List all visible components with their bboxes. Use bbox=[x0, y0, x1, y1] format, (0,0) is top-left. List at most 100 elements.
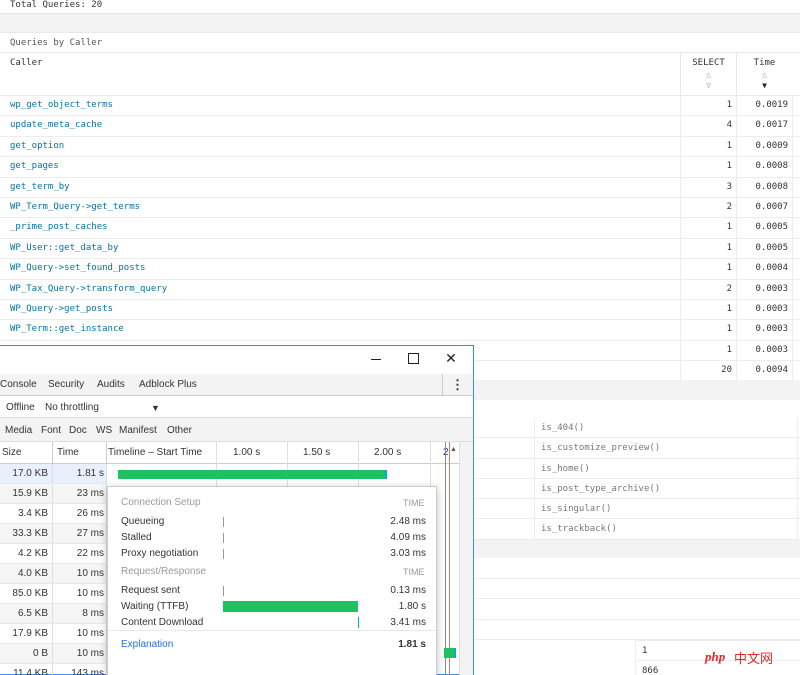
table-row: WP_Query->set_found_posts 1 0.0004 bbox=[0, 259, 800, 280]
sort-up-icon[interactable]: △ bbox=[737, 71, 792, 79]
network-request-row[interactable]: 0 B 10 ms bbox=[0, 644, 107, 664]
resource-filter-bar: Media Font Doc WS Manifest Other bbox=[0, 418, 473, 442]
conditional-row: is_404() bbox=[472, 418, 800, 439]
filter-manifest[interactable]: Manifest bbox=[119, 425, 157, 436]
caller-link[interactable]: WP_Tax_Query->transform_query bbox=[10, 284, 167, 294]
filter-media[interactable]: Media bbox=[5, 425, 32, 436]
minimize-icon[interactable] bbox=[369, 351, 383, 365]
filter-other[interactable]: Other bbox=[167, 425, 192, 436]
request-size: 6.5 KB bbox=[17, 608, 48, 619]
request-time: 22 ms bbox=[76, 548, 104, 559]
caller-link[interactable]: WP_Query->set_found_posts bbox=[10, 263, 145, 273]
column-header-select[interactable]: SELECT △ ▽ bbox=[680, 53, 736, 97]
network-request-row[interactable]: 17.9 KB 10 ms bbox=[0, 624, 107, 644]
select-count: 2 bbox=[726, 201, 732, 212]
column-divider bbox=[792, 136, 793, 157]
column-header-size[interactable]: Size bbox=[2, 447, 21, 458]
network-grid-header: Size Time Timeline – Start Time 1.00 s 1… bbox=[0, 442, 473, 464]
sort-down-icon[interactable]: ▽ bbox=[681, 82, 736, 90]
time-column-label: TIME bbox=[403, 567, 425, 577]
caller-link[interactable]: get_term_by bbox=[10, 182, 70, 192]
column-header-time[interactable]: Time △ ▼ bbox=[736, 53, 792, 97]
filter-ws[interactable]: WS bbox=[96, 425, 112, 436]
chevron-down-icon[interactable]: ▼ bbox=[151, 403, 160, 413]
column-divider bbox=[797, 438, 798, 458]
watermark-cn-text: 中文网 bbox=[734, 652, 774, 667]
window-titlebar[interactable]: ✕ bbox=[0, 346, 473, 374]
caller-link[interactable]: WP_User::get_data_by bbox=[10, 243, 118, 253]
request-timing-bar[interactable] bbox=[118, 470, 385, 479]
conditional-row: is_trackback() bbox=[472, 519, 800, 540]
throttling-select[interactable]: No throttling bbox=[45, 402, 99, 413]
column-divider bbox=[797, 499, 798, 519]
explanation-link[interactable]: Explanation bbox=[121, 639, 173, 650]
request-time: 23 ms bbox=[76, 488, 104, 499]
timeline-tick: 1.00 s bbox=[233, 447, 261, 458]
sort-up-icon[interactable]: △ bbox=[681, 71, 736, 79]
network-request-row[interactable]: 85.0 KB 10 ms bbox=[0, 584, 107, 604]
network-request-row[interactable]: 3.4 KB 26 ms bbox=[0, 504, 107, 524]
select-count: 1 bbox=[726, 303, 732, 314]
caller-link[interactable]: update_meta_cache bbox=[10, 120, 102, 130]
table-row bbox=[472, 558, 800, 579]
tab-adblock-plus[interactable]: Adblock Plus bbox=[139, 379, 197, 390]
stalled-value: 4.09 ms bbox=[390, 532, 426, 543]
conditional-name: is_trackback() bbox=[541, 524, 617, 535]
tab-audits[interactable]: Audits bbox=[97, 379, 125, 390]
lower-table bbox=[472, 558, 800, 640]
network-request-row[interactable]: 15.9 KB 23 ms bbox=[0, 484, 107, 504]
more-options-icon[interactable]: ⋮ bbox=[442, 374, 472, 396]
request-size: 15.9 KB bbox=[12, 488, 48, 499]
table-row: WP_User::get_data_by 1 0.0005 bbox=[0, 238, 800, 260]
proxy-bar bbox=[223, 549, 224, 559]
network-request-row[interactable]: 17.0 KB 1.81 s bbox=[0, 464, 107, 484]
value-cell: 1 bbox=[642, 646, 648, 656]
timing-popup: Connection Setup TIME Queueing 2.48 ms S… bbox=[107, 486, 437, 675]
sort-down-active-icon[interactable]: ▼ bbox=[737, 82, 792, 90]
table-row bbox=[472, 620, 800, 640]
request-timing-bar[interactable] bbox=[444, 648, 454, 658]
column-divider bbox=[792, 279, 793, 299]
tab-security[interactable]: Security bbox=[48, 379, 84, 390]
column-header-timeline[interactable]: Timeline – Start Time bbox=[108, 447, 202, 458]
caller-link[interactable]: WP_Term_Query->get_terms bbox=[10, 202, 140, 212]
filter-doc[interactable]: Doc bbox=[69, 425, 87, 436]
query-time: 0.0005 bbox=[755, 222, 788, 233]
table-row: WP_Query->get_posts 1 0.0003 bbox=[0, 299, 800, 321]
tab-console[interactable]: Console bbox=[0, 379, 37, 390]
offline-checkbox-label[interactable]: Offline bbox=[6, 402, 35, 413]
network-request-row[interactable]: 33.3 KB 27 ms bbox=[0, 524, 107, 544]
select-count: 1 bbox=[726, 222, 732, 233]
vertical-scrollbar[interactable] bbox=[459, 442, 473, 675]
maximize-icon[interactable] bbox=[406, 351, 420, 365]
column-divider bbox=[792, 218, 793, 238]
filter-font[interactable]: Font bbox=[41, 425, 61, 436]
caller-link[interactable]: wp_get_object_terms bbox=[10, 100, 113, 110]
network-request-row[interactable]: 6.5 KB 8 ms bbox=[0, 604, 107, 624]
column-divider bbox=[52, 504, 53, 523]
caller-link[interactable]: WP_Term::get_instance bbox=[10, 324, 124, 334]
query-time: 0.0003 bbox=[755, 283, 788, 294]
caller-link[interactable]: _prime_post_caches bbox=[10, 222, 108, 232]
ttfb-bar bbox=[223, 601, 358, 612]
request-sent-bar bbox=[223, 586, 224, 596]
caller-link[interactable]: get_pages bbox=[10, 161, 59, 171]
conditional-row: is_home() bbox=[472, 458, 800, 479]
network-request-row[interactable]: 4.2 KB 22 ms bbox=[0, 544, 107, 564]
column-divider bbox=[106, 464, 107, 483]
request-download-segment bbox=[454, 648, 456, 658]
close-icon[interactable]: ✕ bbox=[444, 351, 458, 365]
request-time: 10 ms bbox=[76, 648, 104, 659]
column-divider bbox=[792, 197, 793, 218]
request-time: 8 ms bbox=[82, 608, 104, 619]
network-request-row[interactable]: 11.4 KB 143 ms bbox=[0, 664, 107, 675]
popup-divider bbox=[108, 630, 436, 631]
column-header-time[interactable]: Time bbox=[57, 447, 79, 458]
caller-link[interactable]: get_option bbox=[10, 141, 64, 151]
sort-up-icon[interactable]: ▲ bbox=[450, 446, 457, 453]
column-divider bbox=[106, 442, 107, 464]
value-cell: 866 bbox=[642, 666, 659, 675]
caller-link[interactable]: WP_Query->get_posts bbox=[10, 304, 113, 314]
network-request-row[interactable]: 4.0 KB 10 ms bbox=[0, 564, 107, 584]
devtools-tabbar: Console Security Audits Adblock Plus ⋮ bbox=[0, 374, 473, 396]
